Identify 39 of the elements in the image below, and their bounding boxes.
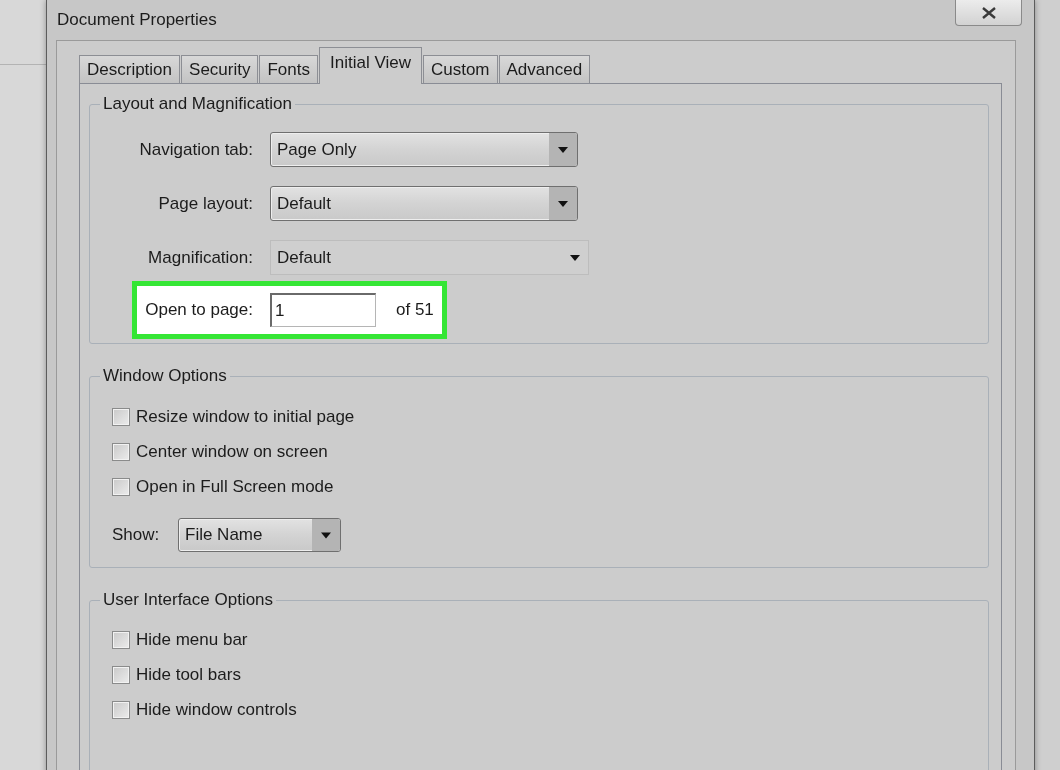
field-label: Page layout: (157, 193, 253, 214)
tab[interactable]: Description (79, 55, 181, 83)
group-title: User Interface Options (102, 590, 275, 610)
field-label: Show: (112, 525, 161, 545)
checkbox[interactable] (112, 665, 130, 684)
field-label: Open to page: (144, 300, 253, 320)
field-label: Magnification: (147, 247, 253, 268)
caret-icon (549, 133, 577, 166)
checkbox-label: Hide window controls (136, 699, 297, 720)
close-icon (981, 6, 996, 19)
dropdown[interactable]: Page Only (270, 132, 578, 167)
checkbox-label: Open in Full Screen mode (136, 476, 334, 497)
group-title: Layout and Magnification (102, 94, 294, 114)
caret-icon (312, 519, 340, 551)
checkbox[interactable] (112, 442, 130, 461)
page-number-field[interactable]: 1 (270, 293, 376, 327)
close-button[interactable] (955, 0, 1022, 26)
field-label: Navigation tab: (138, 139, 253, 160)
dropdown[interactable]: File Name (178, 518, 341, 552)
window-title: Document Properties (57, 10, 217, 30)
caret-icon (549, 187, 577, 220)
checkbox-label: Center window on screen (136, 441, 328, 462)
caret-icon (570, 254, 580, 261)
checkbox[interactable] (112, 477, 130, 496)
checkbox[interactable] (112, 407, 130, 426)
checkbox-label: Hide tool bars (136, 664, 241, 685)
checkbox-label: Hide menu bar (136, 629, 248, 650)
dropdown[interactable]: Default (270, 186, 578, 221)
page-count: of 51 (396, 300, 434, 320)
group-title: Window Options (102, 366, 228, 386)
tab[interactable]: Custom (422, 55, 498, 83)
checkbox[interactable] (112, 630, 130, 649)
tab[interactable]: Initial View (319, 47, 422, 84)
checkbox-label: Resize window to initial page (136, 406, 355, 427)
checkbox[interactable] (112, 700, 130, 719)
tab[interactable]: Security (181, 55, 259, 83)
dropdown[interactable]: Default (270, 240, 589, 275)
tab[interactable]: Fonts (259, 55, 318, 83)
tab[interactable]: Advanced (498, 55, 591, 83)
